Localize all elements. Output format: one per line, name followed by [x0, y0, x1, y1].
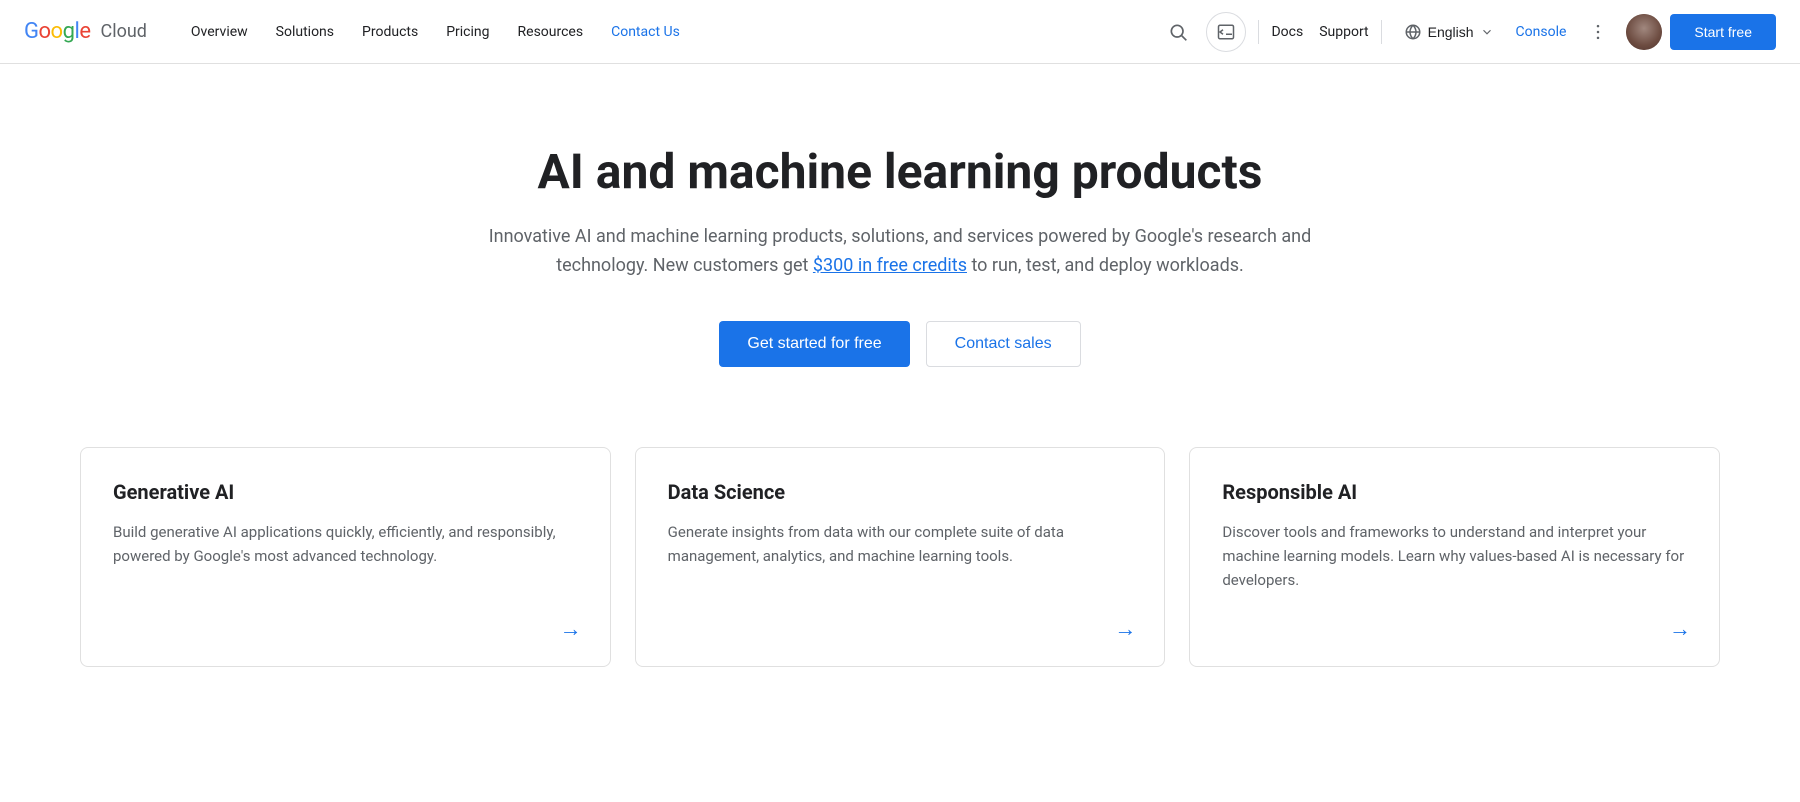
card-data-science-title: Data Science [668, 480, 1133, 504]
cloud-label: Cloud [100, 21, 146, 42]
logo[interactable]: Google Cloud [24, 19, 147, 44]
divider [1258, 20, 1259, 44]
hero-title: AI and machine learning products [474, 144, 1326, 199]
console-link[interactable]: Console [1512, 16, 1571, 48]
docs-support-links: Docs Support [1271, 24, 1368, 40]
nav-products[interactable]: Products [350, 16, 430, 48]
get-started-button[interactable]: Get started for free [719, 321, 909, 367]
hero-desc-after: to run, test, and deploy workloads. [967, 255, 1244, 276]
user-avatar[interactable] [1626, 14, 1662, 50]
docs-link[interactable]: Docs [1271, 24, 1303, 40]
more-vert-icon [1588, 22, 1608, 42]
free-credits-link[interactable]: $300 in free credits [813, 255, 967, 276]
language-button[interactable]: English [1394, 17, 1504, 47]
chevron-down-icon [1480, 25, 1494, 39]
divider2 [1381, 20, 1382, 44]
hero-description: Innovative AI and machine learning produ… [474, 223, 1326, 281]
card-responsible-ai-description: Discover tools and frameworks to underst… [1222, 520, 1687, 638]
terminal-button[interactable] [1206, 12, 1246, 52]
search-icon [1168, 22, 1188, 42]
card-data-science-arrow: → [1114, 616, 1136, 642]
card-generative-ai[interactable]: Generative AI Build generative AI applic… [80, 447, 611, 667]
navbar: Google Cloud Overview Solutions Products… [0, 0, 1800, 64]
search-button[interactable] [1158, 12, 1198, 52]
card-data-science-description: Generate insights from data with our com… [668, 520, 1133, 638]
card-generative-ai-arrow: → [560, 616, 582, 642]
navbar-right: Docs Support English Console St [1158, 12, 1776, 52]
hero-buttons: Get started for free Contact sales [474, 321, 1326, 367]
nav-overview[interactable]: Overview [179, 16, 260, 48]
nav-pricing[interactable]: Pricing [434, 16, 501, 48]
avatar-image [1626, 14, 1662, 50]
google-logo: Google [24, 19, 90, 44]
card-generative-ai-description: Build generative AI applications quickly… [113, 520, 578, 638]
terminal-icon [1217, 23, 1235, 41]
globe-icon [1404, 23, 1422, 41]
nav-contact[interactable]: Contact Us [599, 16, 692, 48]
nav-solutions[interactable]: Solutions [264, 16, 346, 48]
contact-sales-button[interactable]: Contact sales [926, 321, 1081, 367]
nav-links: Overview Solutions Products Pricing Reso… [179, 16, 1159, 48]
nav-resources[interactable]: Resources [506, 16, 596, 48]
card-responsible-ai-arrow: → [1669, 616, 1691, 642]
support-link[interactable]: Support [1319, 24, 1368, 40]
more-options-button[interactable] [1578, 12, 1618, 52]
card-data-science[interactable]: Data Science Generate insights from data… [635, 447, 1166, 667]
card-responsible-ai[interactable]: Responsible AI Discover tools and framew… [1189, 447, 1720, 667]
language-label: English [1428, 24, 1474, 40]
card-generative-ai-title: Generative AI [113, 480, 578, 504]
cards-section: Generative AI Build generative AI applic… [0, 427, 1800, 727]
hero-section: AI and machine learning products Innovat… [450, 64, 1350, 427]
card-responsible-ai-title: Responsible AI [1222, 480, 1687, 504]
start-free-button[interactable]: Start free [1670, 14, 1776, 50]
